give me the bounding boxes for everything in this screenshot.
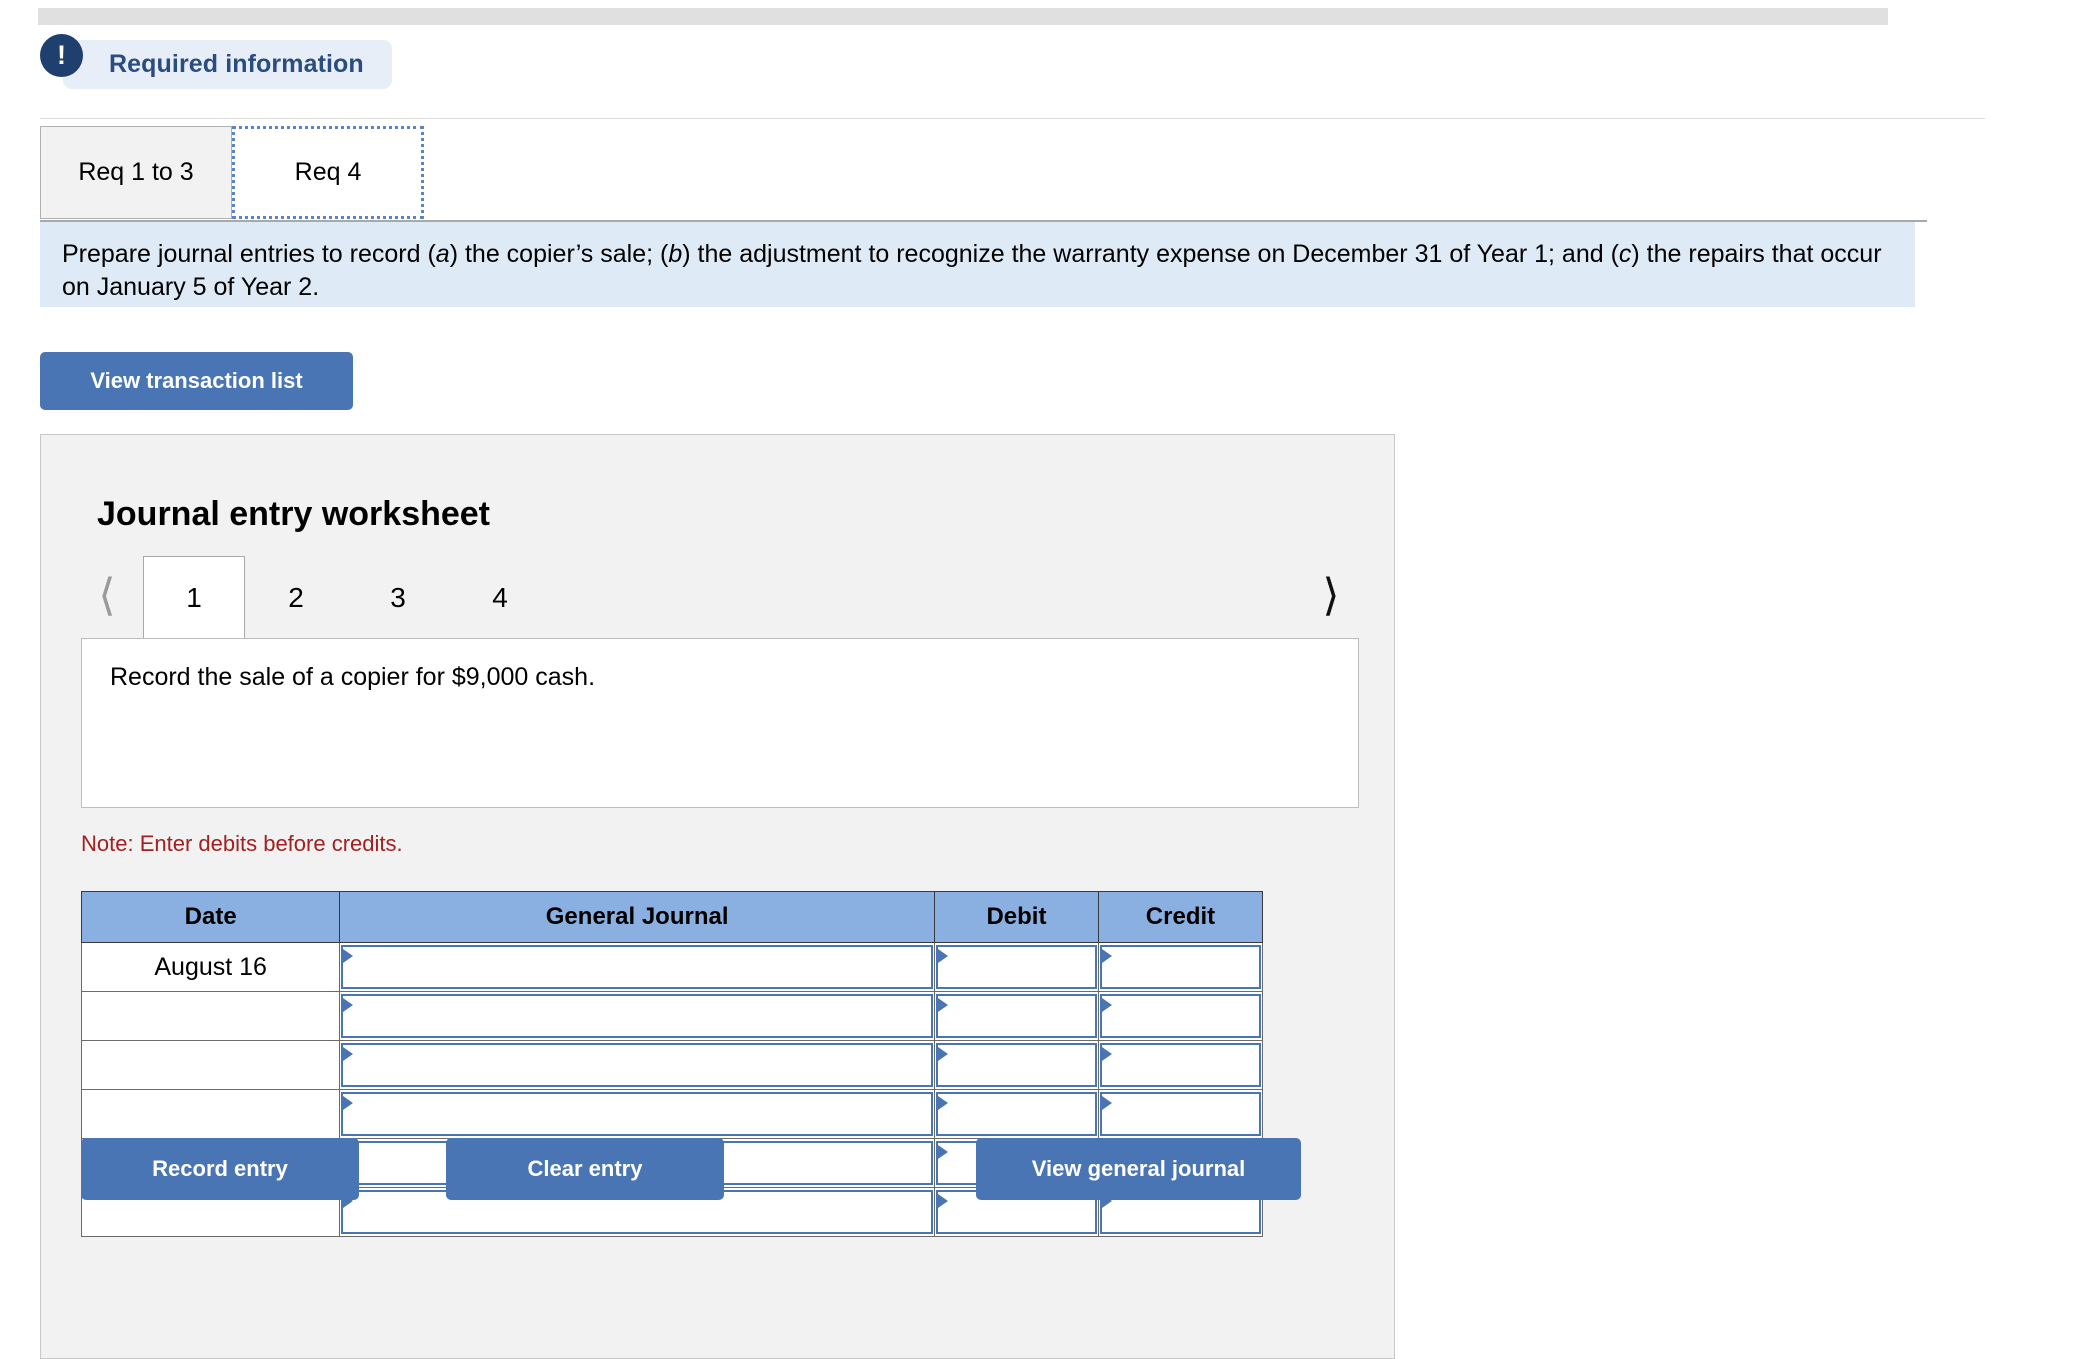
instruction-text: Prepare journal entries to record (a) th…: [62, 238, 1893, 304]
tab-req-1-to-3-label: Req 1 to 3: [78, 158, 194, 186]
instruction-letter-a: a: [435, 240, 450, 268]
dropdown-arrow-icon: [1101, 949, 1112, 963]
table-row: August 16: [80, 942, 1264, 992]
journal-entry-worksheet-card: Journal entry worksheet ⟨ 1 2 3 4 ⟩ Reco…: [40, 434, 1395, 1359]
date-input-row-2[interactable]: [80, 991, 341, 1041]
dropdown-arrow-icon: [1101, 998, 1112, 1012]
debit-input-row-3[interactable]: [933, 1040, 1099, 1090]
instruction-letter-b: b: [668, 240, 683, 268]
exclamation-icon: !: [40, 34, 83, 77]
date-input-row-3[interactable]: [80, 1040, 341, 1090]
dropdown-arrow-icon: [937, 998, 948, 1012]
dropdown-arrow-icon: [343, 1047, 354, 1061]
instruction-part-1: Prepare journal entries to record (: [62, 240, 436, 268]
dropdown-arrow-icon: [937, 1145, 948, 1159]
credit-input-row-3[interactable]: [1097, 1040, 1264, 1090]
clear-entry-button[interactable]: Clear entry: [446, 1138, 724, 1200]
credit-input-row-2[interactable]: [1097, 991, 1264, 1041]
required-information-label: Required information: [109, 50, 364, 78]
debit-input-row-1[interactable]: [933, 942, 1099, 992]
credit-input-row-4[interactable]: [1097, 1089, 1264, 1139]
general-journal-select-row-3[interactable]: [339, 1040, 935, 1090]
column-header-general-journal: General Journal: [339, 891, 935, 943]
date-input-row-4[interactable]: [80, 1089, 341, 1139]
record-entry-button[interactable]: Record entry: [81, 1138, 359, 1200]
debit-input-row-4[interactable]: [933, 1089, 1099, 1139]
date-input-row-1[interactable]: August 16: [80, 942, 341, 992]
transaction-description-text: Record the sale of a copier for $9,000 c…: [110, 663, 596, 691]
view-general-journal-button[interactable]: View general journal: [976, 1138, 1301, 1200]
instruction-letter-c: c: [1618, 240, 1632, 268]
chevron-left-icon[interactable]: ⟨: [87, 556, 127, 636]
column-header-date: Date: [80, 891, 341, 943]
worksheet-page-tabs: 1 2 3 4: [143, 556, 551, 639]
chevron-right-icon[interactable]: ⟩: [1311, 556, 1351, 636]
instruction-panel: Prepare journal entries to record (a) th…: [40, 222, 1915, 307]
dropdown-arrow-icon: [937, 1047, 948, 1061]
header-divider: [40, 118, 1985, 119]
required-information-pill: Required information: [63, 40, 392, 89]
debit-input-row-2[interactable]: [933, 991, 1099, 1041]
debits-before-credits-note: Note: Enter debits before credits.: [81, 831, 403, 856]
dropdown-arrow-icon: [937, 1194, 948, 1208]
dropdown-arrow-icon: [937, 1096, 948, 1110]
dropdown-arrow-icon: [1101, 1096, 1112, 1110]
column-header-debit: Debit: [933, 891, 1099, 943]
dropdown-arrow-icon: [343, 998, 354, 1012]
dropdown-arrow-icon: [937, 949, 948, 963]
worksheet-title: Journal entry worksheet: [97, 495, 491, 533]
credit-input-row-1[interactable]: [1097, 942, 1264, 992]
tab-req-4-label: Req 4: [294, 158, 362, 186]
worksheet-page-tab-2[interactable]: 2: [245, 556, 347, 639]
horizontal-scrollbar[interactable]: [38, 8, 1888, 25]
worksheet-page-tab-3[interactable]: 3: [347, 556, 449, 639]
transaction-description-box: Record the sale of a copier for $9,000 c…: [81, 638, 1359, 808]
table-row: [80, 1089, 1264, 1139]
tab-req-4[interactable]: Req 4: [232, 126, 424, 219]
table-row: [80, 991, 1264, 1041]
table-header-row: Date General Journal Debit Credit: [80, 891, 1264, 943]
dropdown-arrow-icon: [1101, 1047, 1112, 1061]
general-journal-select-row-2[interactable]: [339, 991, 935, 1041]
column-header-credit: Credit: [1097, 891, 1264, 943]
worksheet-page-tab-4[interactable]: 4: [449, 556, 551, 639]
view-transaction-list-button[interactable]: View transaction list: [40, 352, 353, 410]
tab-req-1-to-3[interactable]: Req 1 to 3: [40, 126, 232, 219]
general-journal-select-row-1[interactable]: [339, 942, 935, 992]
instruction-part-2: ) the copier’s sale; (: [449, 240, 669, 268]
table-row: [80, 1040, 1264, 1090]
dropdown-arrow-icon: [343, 949, 354, 963]
dropdown-arrow-icon: [343, 1096, 354, 1110]
worksheet-pager: ⟨ 1 2 3 4 ⟩: [79, 556, 1357, 639]
general-journal-select-row-4[interactable]: [339, 1089, 935, 1139]
instruction-part-3: ) the adjustment to recognize the warran…: [682, 240, 1619, 268]
worksheet-page-tab-1[interactable]: 1: [143, 556, 245, 639]
